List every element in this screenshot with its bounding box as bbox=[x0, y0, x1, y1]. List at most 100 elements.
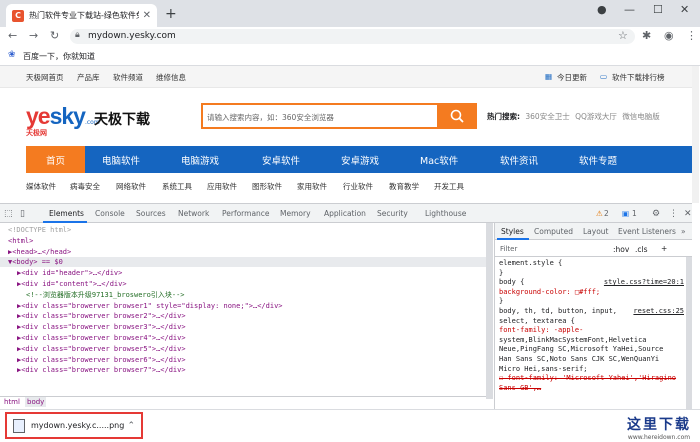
style-source-link[interactable]: reset.css:25 bbox=[633, 307, 684, 316]
tab-memory[interactable]: Memory bbox=[280, 209, 311, 218]
lock-icon[interactable]: 🔒︎ bbox=[75, 30, 80, 40]
download-item[interactable]: mydown.yesky.c.....png ⌃ bbox=[5, 412, 143, 439]
dom-node[interactable]: ▶<div id="content">…</div> bbox=[0, 279, 127, 289]
subnav-item[interactable]: 图形软件 bbox=[252, 181, 282, 192]
back-icon[interactable]: ← bbox=[8, 29, 17, 42]
subnav-item[interactable]: 开发工具 bbox=[434, 181, 464, 192]
style-rule-line[interactable]: select, textarea { bbox=[499, 317, 575, 326]
reload-icon[interactable]: ↻ bbox=[50, 29, 59, 42]
subnav-item[interactable]: 网络软件 bbox=[116, 181, 146, 192]
close-window-icon[interactable]: ✕ bbox=[680, 3, 689, 16]
style-rule-line[interactable]: ☐ font-family: 'Microsoft Yahei','Hiragi… bbox=[499, 374, 676, 383]
subnav-item[interactable]: 行业软件 bbox=[343, 181, 373, 192]
dom-tree[interactable]: <!DOCTYPE html> <html> ▶<head>…</head> ▼<bo… bbox=[0, 223, 486, 409]
style-rule-line[interactable]: } bbox=[499, 269, 503, 278]
nav-item[interactable]: 电脑软件 bbox=[102, 153, 140, 167]
style-rule-line[interactable]: system,BlinkMacSystemFont,Helvetica bbox=[499, 336, 647, 345]
style-rule-line[interactable]: body, th, td, button, input, bbox=[499, 307, 617, 316]
top-link[interactable]: 天极网首页 bbox=[26, 72, 64, 83]
dom-node[interactable]: ▶<div class="browerver browser1" style="… bbox=[0, 301, 283, 311]
tab-event-listeners[interactable]: Event Listeners bbox=[618, 227, 676, 236]
minimize-icon[interactable]: — bbox=[624, 3, 635, 16]
styles-filter-input[interactable]: Filter bbox=[497, 243, 607, 255]
tab-network[interactable]: Network bbox=[178, 209, 209, 218]
style-rule-line[interactable]: background-color: □#fff; bbox=[499, 288, 600, 297]
tab-console[interactable]: Console bbox=[95, 209, 125, 218]
styles-scrollbar[interactable] bbox=[686, 257, 692, 409]
tab-lighthouse[interactable]: Lighthouse bbox=[425, 209, 466, 218]
tab-application[interactable]: Application bbox=[324, 209, 366, 218]
menu-icon[interactable]: ⋮ bbox=[686, 29, 697, 42]
dom-scrollbar[interactable] bbox=[486, 223, 493, 399]
subnav-item[interactable]: 系统工具 bbox=[162, 181, 192, 192]
tab-elements[interactable]: Elements bbox=[49, 209, 84, 218]
style-rule-line[interactable]: Sans GB',… bbox=[499, 384, 541, 393]
nav-item[interactable]: 电脑游戏 bbox=[181, 153, 219, 167]
subnav-item[interactable]: 应用软件 bbox=[207, 181, 237, 192]
bookmark-star-icon[interactable]: ☆ bbox=[618, 29, 628, 42]
dom-node[interactable]: <!--浏览器版本升级97131_broswero引入块--> bbox=[0, 290, 185, 300]
breadcrumb-html[interactable]: html bbox=[4, 398, 20, 406]
dom-node[interactable]: ▶<div class="browerver browser5">…</div> bbox=[0, 344, 186, 354]
style-rule-line[interactable]: } bbox=[499, 297, 503, 306]
subnav-item[interactable]: 家用软件 bbox=[297, 181, 327, 192]
top-link[interactable]: 维修信息 bbox=[156, 72, 186, 83]
dom-node[interactable]: ▶<head>…</head> bbox=[0, 247, 71, 257]
dom-node[interactable]: <html> bbox=[0, 236, 33, 246]
dom-node[interactable]: ▶<div class="browerver browser3">…</div> bbox=[0, 322, 186, 332]
dom-node[interactable]: ▶<div class="browerver browser2">…</div> bbox=[0, 311, 186, 321]
devtools-menu-icon[interactable]: ⋮ bbox=[669, 209, 678, 219]
profile-icon[interactable]: ● bbox=[597, 3, 607, 16]
top-link[interactable]: 软件频道 bbox=[113, 72, 143, 83]
style-rule-line[interactable]: Han Sans SC,Noto Sans CJK SC,WenQuanYi bbox=[499, 355, 659, 364]
hot-item[interactable]: QQ游戏大厅 bbox=[575, 112, 617, 121]
nav-item-home[interactable]: 首页 bbox=[26, 146, 85, 173]
subnav-item[interactable]: 病毒安全 bbox=[70, 181, 100, 192]
top-link[interactable]: 产品库 bbox=[77, 72, 100, 83]
dom-node[interactable]: ▶<div class="browerver browser6">…</div> bbox=[0, 355, 186, 365]
nav-item[interactable]: 软件资讯 bbox=[500, 153, 538, 167]
style-rule-line[interactable]: Neue,PingFang SC,Microsoft YaHei,Source bbox=[499, 345, 663, 354]
top-link-ranking[interactable]: 软件下载排行榜 bbox=[612, 72, 665, 83]
dom-node[interactable]: <!DOCTYPE html> bbox=[0, 225, 71, 235]
browser-tab[interactable]: C 热门软件专业下载站-绿色软件免 ✕ bbox=[6, 4, 157, 27]
nav-item[interactable]: 安卓软件 bbox=[262, 153, 300, 167]
tab-styles[interactable]: Styles bbox=[501, 227, 524, 236]
chevron-up-icon[interactable]: ⌃ bbox=[127, 421, 135, 431]
extensions-icon[interactable]: ✱ bbox=[642, 29, 651, 42]
cls-toggle[interactable]: .cls bbox=[635, 245, 648, 254]
account-icon[interactable]: ◉ bbox=[664, 29, 674, 42]
hov-toggle[interactable]: :hov bbox=[613, 245, 629, 254]
new-rule-button[interactable]: + bbox=[661, 244, 667, 253]
site-search-input[interactable]: 请输入搜索内容，如：360安全浏览器 bbox=[201, 103, 439, 129]
dom-node[interactable]: ▶<div id="header">…</div> bbox=[0, 268, 122, 278]
style-source-link[interactable]: style.css?time=20:1 bbox=[604, 278, 684, 287]
tab-layout[interactable]: Layout bbox=[583, 227, 609, 236]
dom-node[interactable]: ▼<body> == $0 bbox=[0, 257, 486, 268]
forward-icon[interactable]: → bbox=[29, 29, 38, 42]
warning-count[interactable]: 2 bbox=[604, 209, 609, 218]
tab-security[interactable]: Security bbox=[377, 209, 408, 218]
dom-node[interactable]: ▶<div class="browerver browser7">…</div> bbox=[0, 365, 186, 375]
inspect-icon[interactable]: ⬚ bbox=[4, 209, 13, 219]
style-rule-line[interactable]: font-family: -apple- bbox=[499, 326, 583, 335]
dom-node[interactable]: ▶<div class="browerver browser4">…</div> bbox=[0, 333, 186, 343]
maximize-icon[interactable]: ☐ bbox=[653, 3, 663, 16]
style-rule-line[interactable]: element.style { bbox=[499, 259, 562, 268]
nav-item[interactable]: 软件专题 bbox=[579, 153, 617, 167]
devtools-close-icon[interactable]: ✕ bbox=[684, 209, 692, 219]
subnav-item[interactable]: 媒体软件 bbox=[26, 181, 56, 192]
tab-computed[interactable]: Computed bbox=[534, 227, 573, 236]
style-rule-line[interactable]: body { bbox=[499, 278, 524, 287]
more-tabs-icon[interactable]: » bbox=[681, 227, 686, 236]
hot-item[interactable]: 微信电脑版 bbox=[622, 112, 660, 121]
site-logo[interactable]: yesky.com 天极网 天极下载 bbox=[26, 103, 150, 137]
site-search-button[interactable] bbox=[437, 103, 477, 129]
top-link-updates[interactable]: 今日更新 bbox=[557, 72, 587, 83]
close-tab-icon[interactable]: ✕ bbox=[143, 10, 151, 21]
page-scrollbar[interactable] bbox=[692, 66, 699, 203]
tab-performance[interactable]: Performance bbox=[222, 209, 270, 218]
hot-item[interactable]: 360安全卫士 bbox=[525, 112, 569, 121]
info-count[interactable]: 1 bbox=[632, 209, 637, 218]
device-toggle-icon[interactable]: ▯ bbox=[20, 209, 25, 219]
